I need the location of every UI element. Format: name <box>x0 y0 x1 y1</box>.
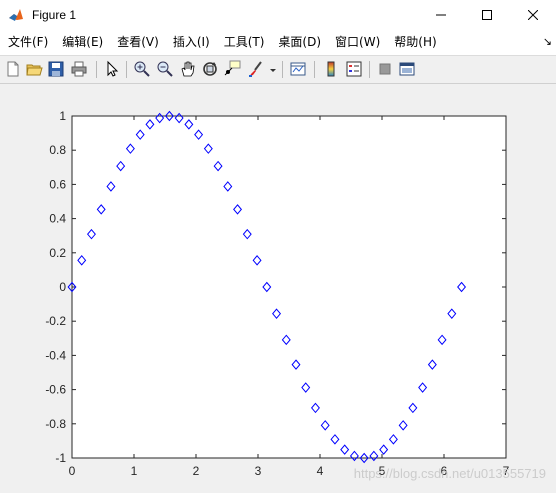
link-plot-icon[interactable] <box>289 60 307 78</box>
y-tick-label: -0.2 <box>45 314 66 328</box>
menu-window[interactable]: 窗口(W) <box>328 30 387 54</box>
maximize-button[interactable] <box>464 0 510 30</box>
zoom-in-icon[interactable] <box>133 60 151 78</box>
minimize-button[interactable] <box>418 0 464 30</box>
rotate-3d-icon[interactable] <box>201 60 219 78</box>
menu-desktop[interactable]: 桌面(D) <box>271 30 328 54</box>
figure-toolbar <box>0 55 556 84</box>
toolbar-separator <box>96 61 97 78</box>
save-icon[interactable] <box>47 60 65 78</box>
watermark-text: https://blog.csdn.net/u013555719 <box>353 466 546 481</box>
menu-file[interactable]: 文件(F) <box>0 30 55 54</box>
x-tick-label: 0 <box>69 464 76 478</box>
menu-insert[interactable]: 插入(I) <box>166 30 217 54</box>
zoom-out-icon[interactable] <box>156 60 174 78</box>
toolbar-separator <box>314 61 315 78</box>
y-tick-label: -0.6 <box>45 383 66 397</box>
y-tick-label: 0.2 <box>49 246 66 260</box>
y-tick-label: 0.8 <box>49 143 66 157</box>
pan-icon[interactable] <box>179 60 197 78</box>
menu-edit[interactable]: 编辑(E) <box>55 30 110 54</box>
brush-dropdown-arrow-icon[interactable] <box>268 60 278 78</box>
figure-canvas: 0 1 2 3 4 5 6 7 -1 -0.8 -0.6 -0.4 -0.2 0 0.2 0.4 0.6 0.8 1… <box>0 84 556 493</box>
x-tick-label: 3 <box>255 464 262 478</box>
x-tick-label: 2 <box>193 464 200 478</box>
y-tick-label: 1 <box>59 109 66 123</box>
minimize-icon <box>436 14 446 16</box>
print-icon[interactable] <box>70 60 88 78</box>
y-tick-label: 0 <box>59 280 66 294</box>
open-file-icon[interactable] <box>25 60 43 78</box>
legend-icon[interactable] <box>345 60 363 78</box>
menu-bar: 文件(F) 编辑(E) 查看(V) 插入(I) 工具(T) 桌面(D) 窗口(W… <box>0 30 556 54</box>
y-tick-label: 0.6 <box>49 177 66 191</box>
y-tick-label: -0.4 <box>45 348 66 362</box>
plot-svg: 0 1 2 3 4 5 6 7-1-0.8-0.6-0.4-0.200.20.40.60.81 <box>45 109 509 478</box>
menu-view[interactable]: 查看(V) <box>110 30 166 54</box>
toolbar-separator <box>282 61 283 78</box>
axes-box[interactable] <box>71 115 507 459</box>
matlab-icon <box>9 9 23 21</box>
new-figure-icon[interactable] <box>4 60 22 78</box>
toolbar-separator <box>126 61 127 78</box>
y-tick-label: -1 <box>55 451 66 465</box>
menu-dock-arrow-icon[interactable]: ↘ <box>543 30 552 54</box>
window-controls <box>418 0 556 30</box>
x-tick-label: 4 <box>317 464 324 478</box>
toolbar-separator <box>369 61 370 78</box>
x-tick-label: 1 <box>131 464 138 478</box>
menu-help[interactable]: 帮助(H) <box>387 30 443 54</box>
title-bar: Figure 1 <box>0 0 556 30</box>
show-plot-tools-icon[interactable] <box>398 60 416 78</box>
menu-tools[interactable]: 工具(T) <box>217 30 272 54</box>
y-tick-label: 0.4 <box>49 212 66 226</box>
brush-icon[interactable] <box>247 60 265 78</box>
maximize-icon <box>482 10 492 20</box>
window-title: Figure 1 <box>32 8 77 22</box>
y-tick-label: -0.8 <box>45 417 66 431</box>
colorbar-icon[interactable] <box>322 60 340 78</box>
hide-plot-tools-icon[interactable] <box>376 60 394 78</box>
edit-plot-arrow-icon[interactable] <box>103 60 121 78</box>
close-icon <box>528 10 538 20</box>
data-cursor-icon[interactable] <box>224 60 242 78</box>
close-button[interactable] <box>510 0 556 30</box>
